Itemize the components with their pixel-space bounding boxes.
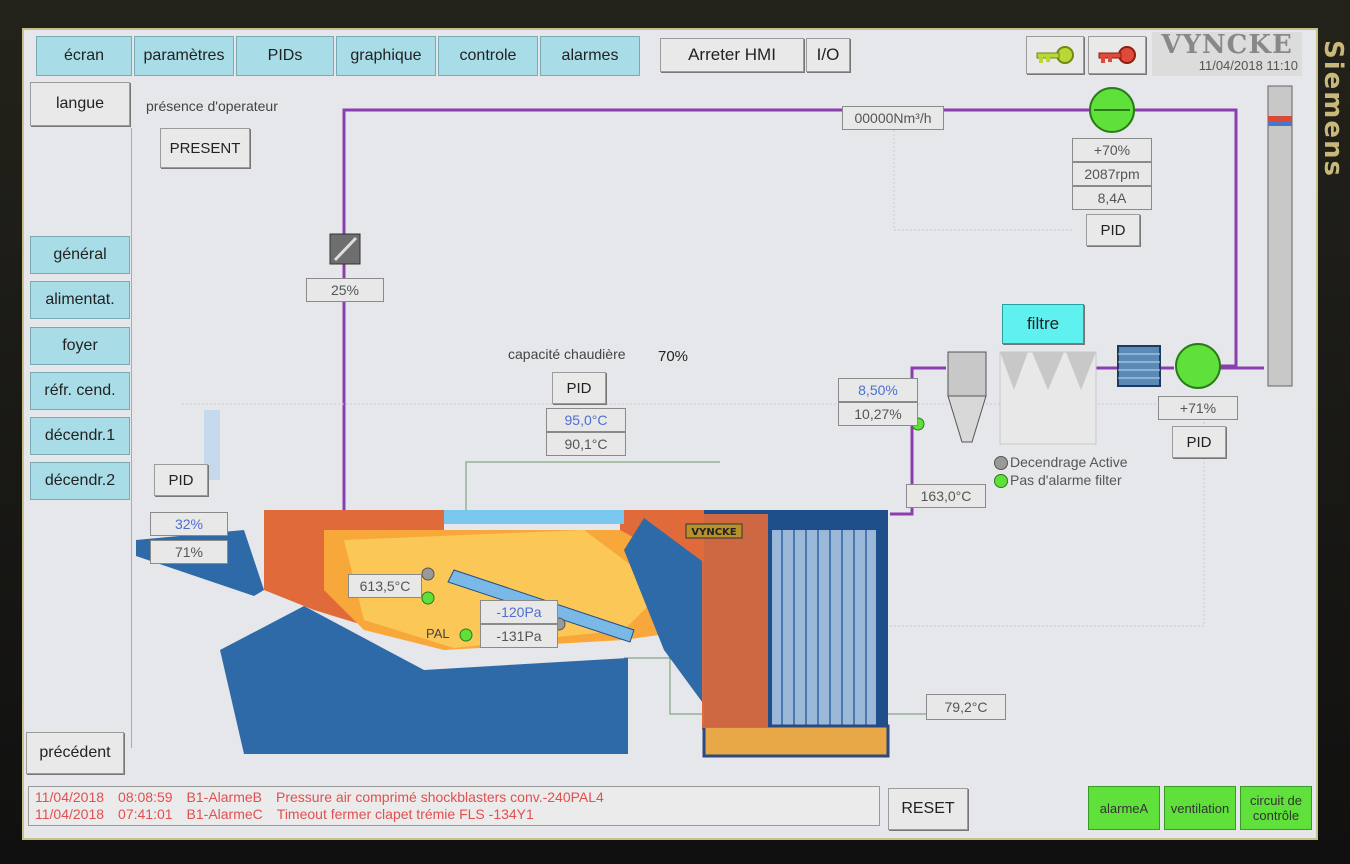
- feeder-value-2: 71%: [150, 540, 228, 564]
- filter-alarm-status: Pas d'alarme filter: [1010, 472, 1122, 488]
- pressure-setpoint: -120Pa: [480, 600, 558, 624]
- alarm-time: 07:41:01: [118, 806, 173, 822]
- pal-indicator: [459, 628, 473, 642]
- boiler-actual-temp: 90,1°C: [546, 432, 626, 456]
- decendrage-status-icon: [994, 456, 1008, 470]
- fan-rpm-value: 2087rpm: [1072, 162, 1152, 186]
- filter-button[interactable]: filtre: [1002, 304, 1084, 344]
- boiler-setpoint-temp: 95,0°C: [546, 408, 626, 432]
- fan-speed-value: +70%: [1072, 138, 1152, 162]
- alarm-time: 08:08:59: [118, 789, 173, 805]
- furnace-temp-value: 613,5°C: [348, 574, 422, 598]
- pressure-actual: -131Pa: [480, 624, 558, 648]
- bezel-brand: Siemens: [1318, 40, 1348, 178]
- o2-actual: 10,27%: [838, 402, 918, 426]
- alarmeA-button[interactable]: alarmeA: [1088, 786, 1160, 830]
- flue-fan-speed: +71%: [1158, 396, 1238, 420]
- cyclone-icon: [947, 351, 987, 443]
- alarm-row: 11/04/2018 08:08:59 B1-AlarmeB Pressure air…: [35, 789, 873, 806]
- reset-button[interactable]: RESET: [888, 788, 968, 830]
- flue-temp-value: 163,0°C: [906, 484, 986, 508]
- alarm-date: 11/04/2018: [35, 789, 105, 805]
- circuit-controle-button[interactable]: circuit de contrôle: [1240, 786, 1312, 830]
- boiler-brand: VYNCKE: [691, 527, 736, 538]
- alarm-code: B1-AlarmeB: [186, 789, 262, 805]
- alarm-list[interactable]: 11/04/2018 08:08:59 B1-AlarmeB Pressure air…: [28, 786, 880, 826]
- boiler-pid-button[interactable]: PID: [552, 372, 606, 404]
- capacity-label: capacité chaudière: [508, 346, 626, 362]
- pal-label: PAL: [426, 626, 450, 641]
- alarm-message: Timeout fermer clapet trémie FLS -134Y1: [276, 806, 534, 822]
- bag-filter-graphic: [999, 351, 1097, 445]
- outlet-temp-value: 79,2°C: [926, 694, 1006, 720]
- flue-fan-pid-button[interactable]: PID: [1172, 426, 1226, 458]
- alarm-message: Pressure air comprimé shockblasters conv…: [276, 789, 604, 805]
- feeder-pid-button[interactable]: PID: [154, 464, 208, 496]
- hmi-screen: écran paramètres PIDs graphique controle…: [22, 28, 1318, 840]
- capacity-value: 70%: [658, 348, 689, 365]
- feeder-value-1: 32%: [150, 512, 228, 536]
- alarm-date: 11/04/2018: [35, 806, 105, 822]
- flue-fan-icon: [1175, 343, 1221, 389]
- airflow-value: 00000Nm³/h: [842, 106, 944, 130]
- alarm-row: 11/04/2018 07:41:01 B1-AlarmeC Timeout ferm…: [35, 806, 873, 823]
- damper-icon: [329, 233, 361, 265]
- fan-icon: [1089, 87, 1135, 133]
- ventilation-button[interactable]: ventilation: [1164, 786, 1236, 830]
- fan-pid-button[interactable]: PID: [1086, 214, 1140, 246]
- fan-current-value: 8,4A: [1072, 186, 1152, 210]
- decendrage-status: Decendrage Active: [1010, 454, 1128, 470]
- heat-exchanger-icon: [1117, 345, 1161, 387]
- furnace-temp-ok-indicator: [421, 591, 435, 605]
- furnace-temp-sensor: [421, 567, 435, 581]
- o2-setpoint: 8,50%: [838, 378, 918, 402]
- damper-value: 25%: [306, 278, 384, 302]
- filter-alarm-status-icon: [994, 474, 1008, 488]
- chimney-icon: [1267, 85, 1293, 387]
- alarm-code: B1-AlarmeC: [186, 806, 263, 822]
